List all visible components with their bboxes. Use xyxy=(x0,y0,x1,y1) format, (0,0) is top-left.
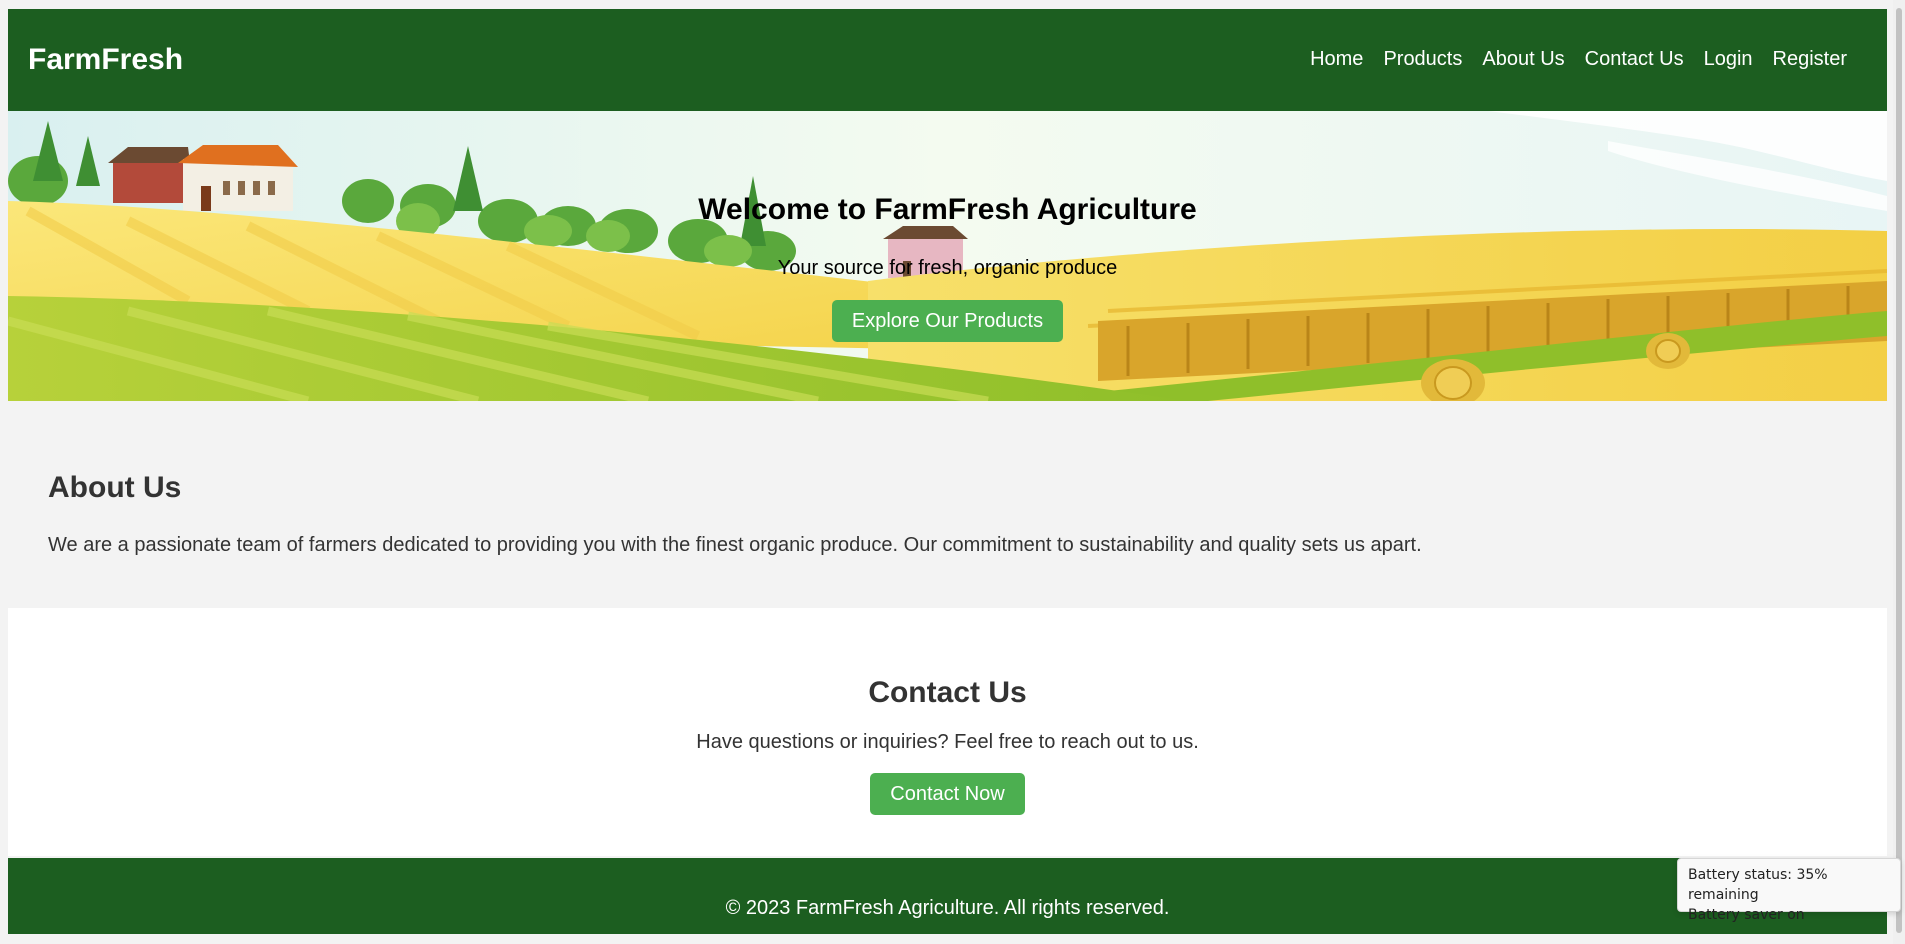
nav-link-home[interactable]: Home xyxy=(1310,47,1363,71)
page: FarmFresh Home Products About Us Contact… xyxy=(8,9,1887,934)
site-header: FarmFresh Home Products About Us Contact… xyxy=(8,9,1887,111)
contact-heading: Contact Us xyxy=(868,676,1027,709)
main-nav: Home Products About Us Contact Us Login … xyxy=(1310,47,1847,71)
battery-status-tooltip: Battery status: 35% remaining Battery sa… xyxy=(1677,858,1901,923)
battery-saver-line: Battery saver on xyxy=(1688,907,1805,923)
contact-text: Have questions or inquiries? Feel free t… xyxy=(696,731,1199,753)
nav-link-contact-us[interactable]: Contact Us xyxy=(1585,47,1684,71)
page-scrollbar[interactable] xyxy=(1893,0,1905,944)
site-logo[interactable]: FarmFresh xyxy=(28,43,183,77)
footer-copyright: © 2023 FarmFresh Agriculture. All rights… xyxy=(725,897,1170,919)
battery-status-line: Battery status: 35% remaining xyxy=(1688,867,1828,903)
hero-content: Welcome to FarmFresh Agriculture Your so… xyxy=(8,111,1887,401)
nav-link-login[interactable]: Login xyxy=(1704,47,1753,71)
hero-section: Welcome to FarmFresh Agriculture Your so… xyxy=(8,111,1887,401)
contact-section: Contact Us Have questions or inquiries? … xyxy=(8,608,1887,856)
about-text: We are a passionate team of farmers dedi… xyxy=(48,534,1422,556)
hero-title: Welcome to FarmFresh Agriculture xyxy=(698,193,1197,226)
about-heading: About Us xyxy=(48,471,182,504)
site-footer: © 2023 FarmFresh Agriculture. All rights… xyxy=(8,858,1887,934)
contact-now-button[interactable]: Contact Now xyxy=(870,773,1025,815)
hero-subtitle: Your source for fresh, organic produce xyxy=(777,257,1118,279)
nav-link-register[interactable]: Register xyxy=(1773,47,1847,71)
nav-link-products[interactable]: Products xyxy=(1383,47,1462,71)
nav-link-about-us[interactable]: About Us xyxy=(1482,47,1564,71)
about-section: About Us We are a passionate team of far… xyxy=(8,401,1887,608)
scrollbar-thumb[interactable] xyxy=(1896,8,1902,933)
explore-products-button[interactable]: Explore Our Products xyxy=(832,300,1063,342)
